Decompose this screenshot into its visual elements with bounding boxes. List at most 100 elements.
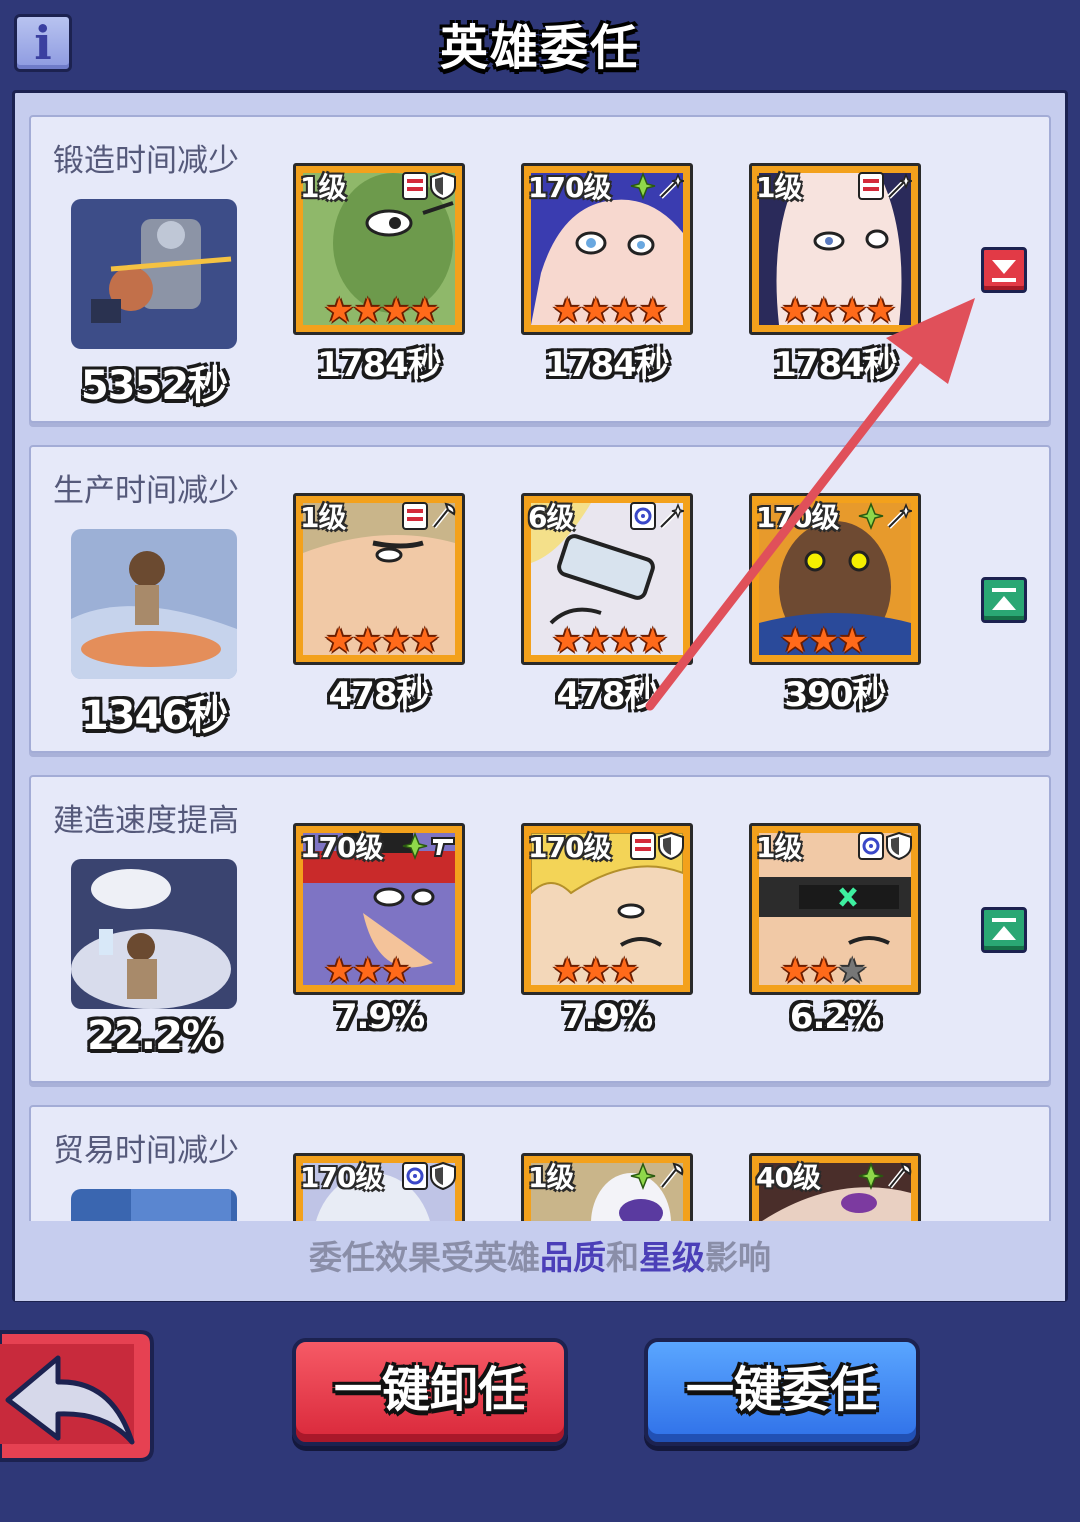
assignment-row: 建造速度提高 22.2% 170级 ★ ★ ★ 7.9% 170级 ★ ★ ★ 7.9% 1级 ★ ★ ★ 6.… (29, 775, 1051, 1083)
hero-slot[interactable]: 170级 ★ ★ ★ 390秒 (749, 493, 921, 716)
hero-level: 1级 (300, 171, 346, 204)
footer-note: 委任效果受英雄品质和星级影响 (15, 1221, 1065, 1301)
circle-rank-icon (402, 1162, 428, 1194)
hero-card[interactable]: 1级 (521, 1153, 693, 1221)
star-icon: ★ (324, 951, 355, 991)
hero-card[interactable]: 6级 ★ ★ ★ ★ (521, 493, 693, 665)
star-icon: ★ (324, 291, 355, 331)
note-quality: 品质 (540, 1238, 606, 1277)
hero-badges (858, 831, 912, 864)
hero-card[interactable]: 170级 ★ ★ ★ (293, 823, 465, 995)
hero-level: 170级 (528, 171, 611, 204)
hero-slot[interactable]: 170级 (293, 1153, 465, 1221)
hero-slot[interactable]: 1级 ★ ★ ★ ★ 1784秒 (749, 163, 921, 386)
hero-bonus-value: 7.9% (561, 997, 653, 1037)
row-total-value: 22.2% (87, 1013, 222, 1059)
star-icon: ★ (409, 291, 440, 331)
rank-flag-icon (402, 502, 428, 534)
row-title: 锻造时间减少 (53, 143, 239, 179)
star-icon: ★ (380, 621, 412, 661)
hero-bonus-value: 7.9% (333, 997, 425, 1037)
leaf-icon (858, 1161, 884, 1194)
hero-stars: ★ ★ ★ (552, 951, 640, 991)
hero-card[interactable]: 170级 ★ ★ ★ (521, 823, 693, 995)
hero-bonus-value: 6.2% (789, 997, 881, 1037)
hero-slot[interactable]: 1级 ★ ★ ★ ★ 478秒 (293, 493, 465, 716)
wand-icon (886, 172, 913, 204)
arrow-down-icon (992, 260, 1016, 282)
circle-rank-icon (630, 502, 656, 534)
hero-level: 6级 (528, 501, 574, 534)
hero-badges (630, 502, 685, 534)
hero-badges (858, 172, 913, 204)
star-icon: ★ (836, 291, 868, 331)
assignment-row: 贸易时间减少 170级 1级 40级 (29, 1105, 1051, 1221)
unassign-all-button[interactable]: 一键卸任 (292, 1338, 568, 1446)
star-icon: ★ (608, 621, 640, 661)
wand-icon (886, 502, 913, 534)
hero-card[interactable]: 170级 ★ ★ ★ (749, 493, 921, 665)
hero-stars: ★ ★ ★ ★ (324, 621, 440, 661)
hero-slot[interactable]: 40级 (749, 1153, 921, 1221)
hero-badges (402, 171, 456, 204)
building-thumbnail (71, 529, 237, 679)
hero-stars: ★ ★ ★ ★ (324, 291, 440, 331)
hero-card[interactable]: 1级 ★ ★ ★ (749, 823, 921, 995)
star-icon: ★ (808, 951, 839, 991)
assign-all-button[interactable]: 一键委任 (644, 1338, 920, 1446)
axe-icon (886, 1162, 912, 1194)
expand-up-button[interactable] (981, 907, 1027, 953)
hero-level: 1级 (756, 171, 802, 204)
hero-card[interactable]: 1级 ★ ★ ★ ★ (293, 493, 465, 665)
star-icon: ★ (865, 291, 896, 331)
hero-card[interactable]: 170级 (293, 1153, 465, 1221)
hero-slot[interactable]: 1级 ★ ★ ★ 6.2% (749, 823, 921, 1037)
hero-badges (402, 502, 456, 534)
hero-level: 40级 (756, 1161, 821, 1194)
hero-badges (402, 831, 456, 864)
hero-slot[interactable]: 170级 ★ ★ ★ 7.9% (521, 823, 693, 1037)
hero-slot[interactable]: 1级 ★ ★ ★ ★ 1784秒 (293, 163, 465, 386)
hero-card[interactable]: 170级 ★ ★ ★ ★ (521, 163, 693, 335)
arrow-up-icon (992, 918, 1016, 940)
note-suffix: 影响 (705, 1238, 771, 1277)
star-icon: ★ (637, 291, 668, 331)
hero-card[interactable]: 1级 ★ ★ ★ ★ (293, 163, 465, 335)
hero-slot[interactable]: 170级 ★ ★ ★ 7.9% (293, 823, 465, 1037)
gun-icon (430, 832, 456, 864)
hero-stars: ★ ★ ★ (780, 621, 868, 661)
star-icon: ★ (836, 951, 868, 991)
star-icon: ★ (552, 951, 583, 991)
hero-stars: ★ ★ ★ ★ (780, 291, 896, 331)
star-icon: ★ (608, 951, 640, 991)
shield-icon (658, 831, 684, 864)
hero-bonus-value: 1784秒 (545, 345, 670, 385)
star-icon: ★ (352, 291, 383, 331)
wand-icon (658, 172, 685, 204)
assignment-row: 锻造时间减少 5352秒 1级 ★ ★ ★ ★ 1784秒 170级 ★ ★ ★ ★ 1784秒 1级 ★ ★ ★… (29, 115, 1051, 423)
back-button[interactable] (0, 1322, 156, 1466)
rank-flag-icon (402, 172, 428, 204)
star-icon: ★ (552, 291, 583, 331)
arrow-up-icon (992, 588, 1016, 610)
note-prefix: 委任效果受英雄 (309, 1238, 540, 1277)
hero-level: 170级 (300, 831, 383, 864)
leaf-icon (630, 1161, 656, 1194)
hero-card[interactable]: 40级 (749, 1153, 921, 1221)
hero-bonus-value: 478秒 (328, 675, 431, 715)
note-and: 和 (606, 1238, 639, 1277)
hero-badges (858, 1161, 912, 1194)
row-total-value: 1346秒 (80, 693, 228, 739)
hero-slot[interactable]: 6级 ★ ★ ★ ★ 478秒 (521, 493, 693, 716)
expand-up-button[interactable] (981, 577, 1027, 623)
hero-stars: ★ ★ ★ ★ (552, 291, 668, 331)
star-icon: ★ (836, 621, 868, 661)
hero-card[interactable]: 1级 ★ ★ ★ ★ (749, 163, 921, 335)
page-title: 英雄委任 (439, 20, 640, 76)
collapse-down-button[interactable] (981, 247, 1027, 293)
hero-slot[interactable]: 170级 ★ ★ ★ ★ 1784秒 (521, 163, 693, 386)
assignment-list[interactable]: 锻造时间减少 5352秒 1级 ★ ★ ★ ★ 1784秒 170级 ★ ★ ★ ★ 1784秒 1级 ★ ★ ★… (15, 93, 1065, 1221)
star-icon: ★ (380, 291, 412, 331)
hero-slot[interactable]: 1级 (521, 1153, 693, 1221)
star-icon: ★ (780, 621, 811, 661)
